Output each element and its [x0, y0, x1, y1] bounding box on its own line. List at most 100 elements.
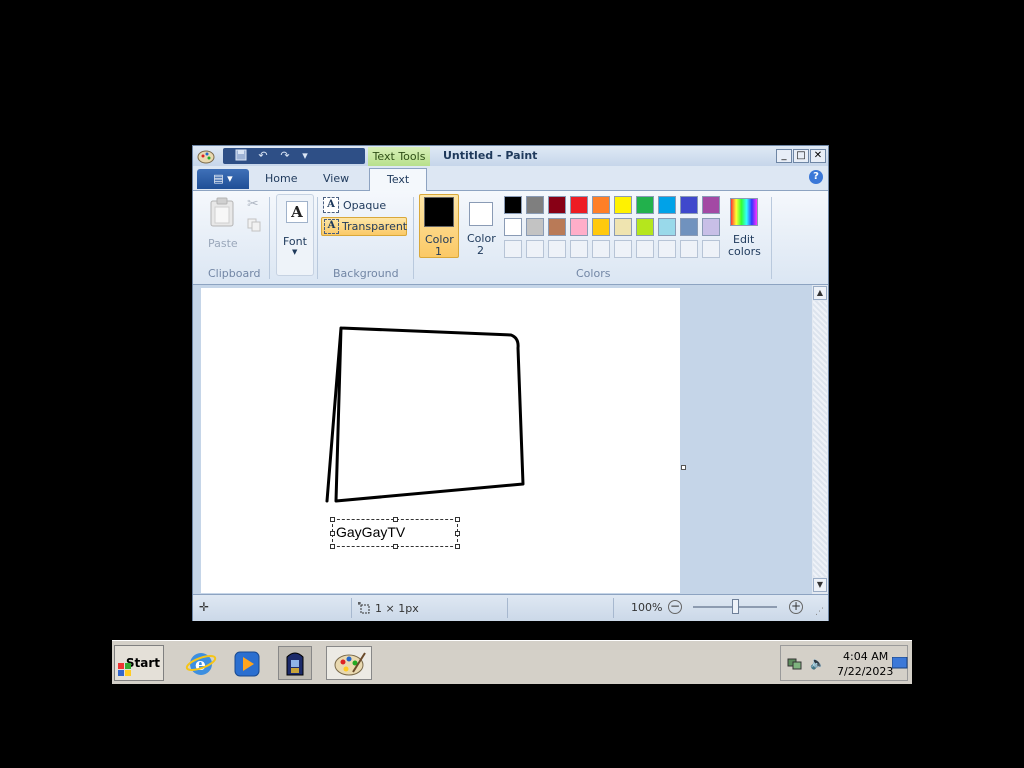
color-swatch[interactable] [680, 240, 698, 258]
color-swatch[interactable] [526, 240, 544, 258]
opaque-label: Opaque [343, 199, 387, 212]
opaque-option[interactable]: A Opaque [321, 196, 407, 214]
explorer-window-icon[interactable] [278, 646, 312, 680]
resize-handle[interactable] [330, 531, 335, 536]
clock-date[interactable]: 7/22/2023 [837, 665, 893, 678]
paint-window: ↶ ↷ ▾ Text Tools Untitled - Paint _ □ ✕ … [192, 145, 829, 621]
minimize-button[interactable]: _ [776, 149, 792, 163]
color-swatch[interactable] [548, 196, 566, 214]
colors-group-label: Colors [576, 267, 611, 280]
color-swatch[interactable] [570, 218, 588, 236]
color-swatch[interactable] [504, 240, 522, 258]
scroll-track[interactable] [813, 301, 827, 577]
media-player-icon[interactable] [230, 646, 264, 680]
cut-icon[interactable]: ✂ [247, 196, 259, 212]
transparent-icon: A [324, 219, 339, 234]
copy-icon[interactable] [247, 218, 261, 235]
color-swatch[interactable] [614, 196, 632, 214]
help-icon[interactable]: ? [809, 170, 823, 184]
start-button[interactable]: Start [114, 645, 164, 681]
scroll-down-button[interactable]: ▼ [813, 578, 827, 592]
color-swatch[interactable] [504, 218, 522, 236]
drawn-quadrilateral [325, 326, 525, 503]
tab-view[interactable]: View [323, 172, 349, 185]
save-icon[interactable] [233, 149, 249, 163]
resize-handle[interactable] [455, 531, 460, 536]
resize-handle[interactable] [455, 517, 460, 522]
zoom-in-button[interactable]: + [789, 600, 803, 614]
tab-home[interactable]: Home [265, 172, 297, 185]
scroll-up-button[interactable]: ▲ [813, 286, 827, 300]
clipboard-group-label: Clipboard [208, 267, 261, 280]
resize-handle[interactable] [393, 517, 398, 522]
color-swatch[interactable] [702, 240, 720, 258]
color-swatch[interactable] [570, 196, 588, 214]
selection-size-icon [358, 602, 370, 617]
color-swatch[interactable] [526, 218, 544, 236]
size-grip[interactable]: ⋰ [815, 607, 824, 617]
color-swatch[interactable] [526, 196, 544, 214]
color-swatch[interactable] [702, 218, 720, 236]
resize-handle[interactable] [330, 517, 335, 522]
color-swatch[interactable] [658, 196, 676, 214]
resize-handle[interactable] [330, 544, 335, 549]
color-swatch[interactable] [636, 240, 654, 258]
resize-handle[interactable] [393, 544, 398, 549]
maximize-button[interactable]: □ [793, 149, 809, 163]
tab-text[interactable]: Text [369, 168, 427, 191]
color-swatch[interactable] [614, 240, 632, 258]
color-swatch[interactable] [636, 196, 654, 214]
text-tools-contextual-tab: Text Tools [368, 147, 430, 166]
paint-taskbar-icon[interactable] [326, 646, 372, 680]
color2-swatch [469, 202, 493, 226]
color-swatch[interactable] [680, 218, 698, 236]
color1-number: 1 [435, 245, 442, 258]
color-swatch[interactable] [592, 196, 610, 214]
status-bar: ✛ 1 × 1px 100% − + ⋰ [193, 594, 828, 621]
clock-time[interactable]: 4:04 AM [843, 650, 888, 663]
selection-size-cell: 1 × 1px [353, 598, 508, 618]
color-swatch[interactable] [636, 218, 654, 236]
undo-icon[interactable]: ↶ [255, 149, 271, 163]
transparent-option[interactable]: A Transparent [321, 217, 407, 236]
color1-button[interactable]: Color 1 [419, 194, 459, 258]
font-label: Font [283, 235, 307, 248]
canvas-resize-handle[interactable] [681, 465, 686, 470]
color-swatch[interactable] [504, 196, 522, 214]
font-button[interactable]: A Font ▼ [276, 194, 314, 276]
internet-explorer-icon[interactable]: e [184, 646, 218, 680]
text-box[interactable]: GayGayTV [330, 517, 460, 549]
color1-swatch [424, 197, 454, 227]
volume-icon[interactable]: 🔈 [810, 656, 825, 670]
color-swatch[interactable] [702, 196, 720, 214]
tab-text-label: Text [387, 173, 410, 186]
color-swatch[interactable] [592, 218, 610, 236]
paint-app-icon[interactable] [197, 148, 215, 164]
opaque-icon: A [323, 197, 339, 213]
color-swatch[interactable] [548, 218, 566, 236]
color-swatch[interactable] [658, 218, 676, 236]
color2-button[interactable]: Color 2 [462, 194, 500, 258]
customize-qat-icon[interactable]: ▾ [297, 149, 313, 163]
color-swatch[interactable] [548, 240, 566, 258]
redo-icon[interactable]: ↷ [277, 149, 293, 163]
color-swatch[interactable] [658, 240, 676, 258]
canvas-area[interactable]: GayGayTV [193, 285, 812, 594]
color-swatch[interactable] [614, 218, 632, 236]
edit-colors-button[interactable]: Edit colors [725, 196, 765, 258]
close-button[interactable]: ✕ [810, 149, 826, 163]
network-icon[interactable] [787, 657, 803, 674]
zoom-out-button[interactable]: − [668, 600, 682, 614]
color-swatch[interactable] [680, 196, 698, 214]
zoom-slider-thumb[interactable] [732, 599, 739, 614]
zoom-level: 100% [631, 601, 663, 614]
show-desktop-icon[interactable] [891, 656, 908, 672]
resize-handle[interactable] [455, 544, 460, 549]
color-swatch[interactable] [592, 240, 610, 258]
vertical-scrollbar[interactable]: ▲ ▼ [812, 285, 828, 594]
drawing-canvas[interactable]: GayGayTV [201, 288, 680, 593]
paste-button[interactable]: Paste [203, 195, 241, 251]
ribbon: Paste ✂ Clipboard A Font ▼ A Opaque A Tr… [193, 191, 828, 285]
paint-menu-button[interactable]: ▤ ▾ [197, 169, 249, 189]
color-swatch[interactable] [570, 240, 588, 258]
